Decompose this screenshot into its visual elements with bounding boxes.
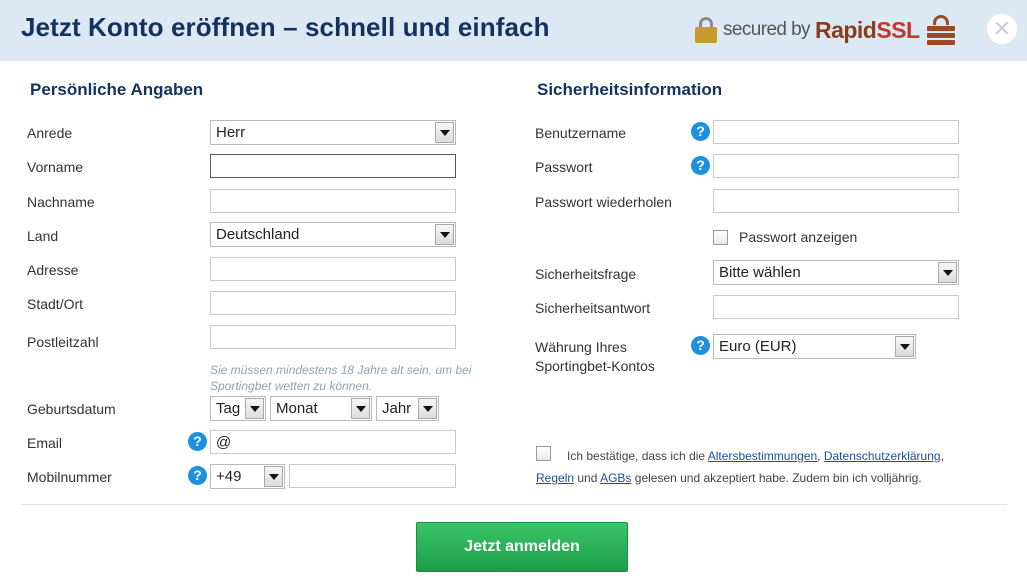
- email-label: Email: [27, 435, 63, 451]
- salutation-label: Anrede: [27, 125, 73, 141]
- lastname-input[interactable]: [210, 189, 456, 213]
- salutation-select[interactable]: Herr: [210, 120, 456, 145]
- show-password-label: Passwort anzeigen: [739, 229, 858, 245]
- personal-section-title: Persönliche Angaben: [30, 80, 204, 99]
- username-input[interactable]: [713, 120, 959, 144]
- divider: [21, 504, 1007, 505]
- firstname-label: Vorname: [27, 159, 84, 175]
- chevron-down-icon: [351, 398, 370, 419]
- birth-day-select[interactable]: Tag: [210, 396, 266, 421]
- chevron-down-icon: [264, 466, 283, 487]
- lastname-label: Nachname: [27, 194, 95, 210]
- security-answer-label: Sicherheitsantwort: [535, 300, 651, 316]
- security-question-select[interactable]: Bitte wählen: [713, 260, 959, 285]
- chevron-down-icon: [938, 262, 957, 283]
- security-section-title: Sicherheitsinformation: [537, 80, 723, 99]
- agb-link[interactable]: AGBs: [600, 471, 631, 485]
- ssl-prefix: secured by: [723, 19, 811, 40]
- dialog-header: Jetzt Konto eröffnen – schnell und einfa…: [0, 0, 1027, 61]
- country-label: Land: [27, 228, 59, 244]
- chevron-down-icon: [435, 122, 454, 143]
- help-icon[interactable]: ?: [691, 122, 710, 141]
- country-select[interactable]: Deutschland: [210, 222, 456, 247]
- help-icon[interactable]: ?: [188, 466, 207, 485]
- help-icon[interactable]: ?: [691, 156, 710, 175]
- chevron-down-icon: [435, 224, 454, 245]
- close-icon[interactable]: ✕: [987, 14, 1017, 44]
- rapidssl-seal: secured by RapidSSL: [695, 12, 956, 48]
- submit-button[interactable]: Jetzt anmelden: [416, 522, 628, 572]
- chevron-down-icon: [245, 398, 264, 419]
- currency-label-line2: Sportingbet-Kontos: [535, 358, 655, 374]
- lock-icon: [695, 17, 717, 43]
- ssl-brand: RapidSSL: [814, 16, 920, 43]
- zip-input[interactable]: [210, 325, 456, 349]
- city-input[interactable]: [210, 291, 456, 315]
- address-label: Adresse: [27, 262, 79, 278]
- privacy-link[interactable]: Datenschutzerklärung: [824, 449, 941, 463]
- security-question-label: Sicherheitsfrage: [535, 266, 637, 282]
- rapidssl-badge-icon: [926, 15, 956, 45]
- dialog-title: Jetzt Konto eröffnen – schnell und einfa…: [21, 12, 550, 42]
- help-icon[interactable]: ?: [188, 432, 207, 451]
- email-input[interactable]: [210, 430, 456, 454]
- mobile-input[interactable]: [289, 464, 456, 488]
- address-input[interactable]: [210, 257, 456, 281]
- birth-month-select[interactable]: Monat: [270, 396, 372, 421]
- firstname-input[interactable]: [210, 154, 456, 178]
- birthdate-label: Geburtsdatum: [27, 401, 116, 417]
- currency-select[interactable]: Euro (EUR): [713, 334, 916, 359]
- show-password-checkbox[interactable]: [713, 230, 728, 245]
- birth-year-select[interactable]: Jahr: [376, 396, 439, 421]
- mobile-label: Mobilnummer: [27, 469, 112, 485]
- rules-link[interactable]: Regeln: [536, 471, 574, 485]
- terms-text: Ich bestätige, dass ich die Altersbestim…: [536, 449, 944, 485]
- username-label: Benutzername: [535, 125, 627, 141]
- currency-label-line1: Währung Ihres: [535, 339, 627, 355]
- age-rules-link[interactable]: Altersbestimmungen: [708, 449, 817, 463]
- password-input[interactable]: [713, 154, 959, 178]
- help-icon[interactable]: ?: [691, 336, 710, 355]
- zip-label: Postleitzahl: [27, 334, 99, 350]
- password-repeat-label: Passwort wiederholen: [535, 194, 672, 210]
- age-hint: Sie müssen mindestens 18 Jahre alt sein,…: [210, 363, 472, 393]
- city-label: Stadt/Ort: [27, 296, 84, 312]
- mobile-prefix-select[interactable]: +49: [210, 464, 285, 489]
- password-label: Passwort: [535, 159, 593, 175]
- security-answer-input[interactable]: [713, 295, 959, 319]
- chevron-down-icon: [895, 336, 914, 357]
- chevron-down-icon: [418, 398, 437, 419]
- password-repeat-input[interactable]: [713, 189, 959, 213]
